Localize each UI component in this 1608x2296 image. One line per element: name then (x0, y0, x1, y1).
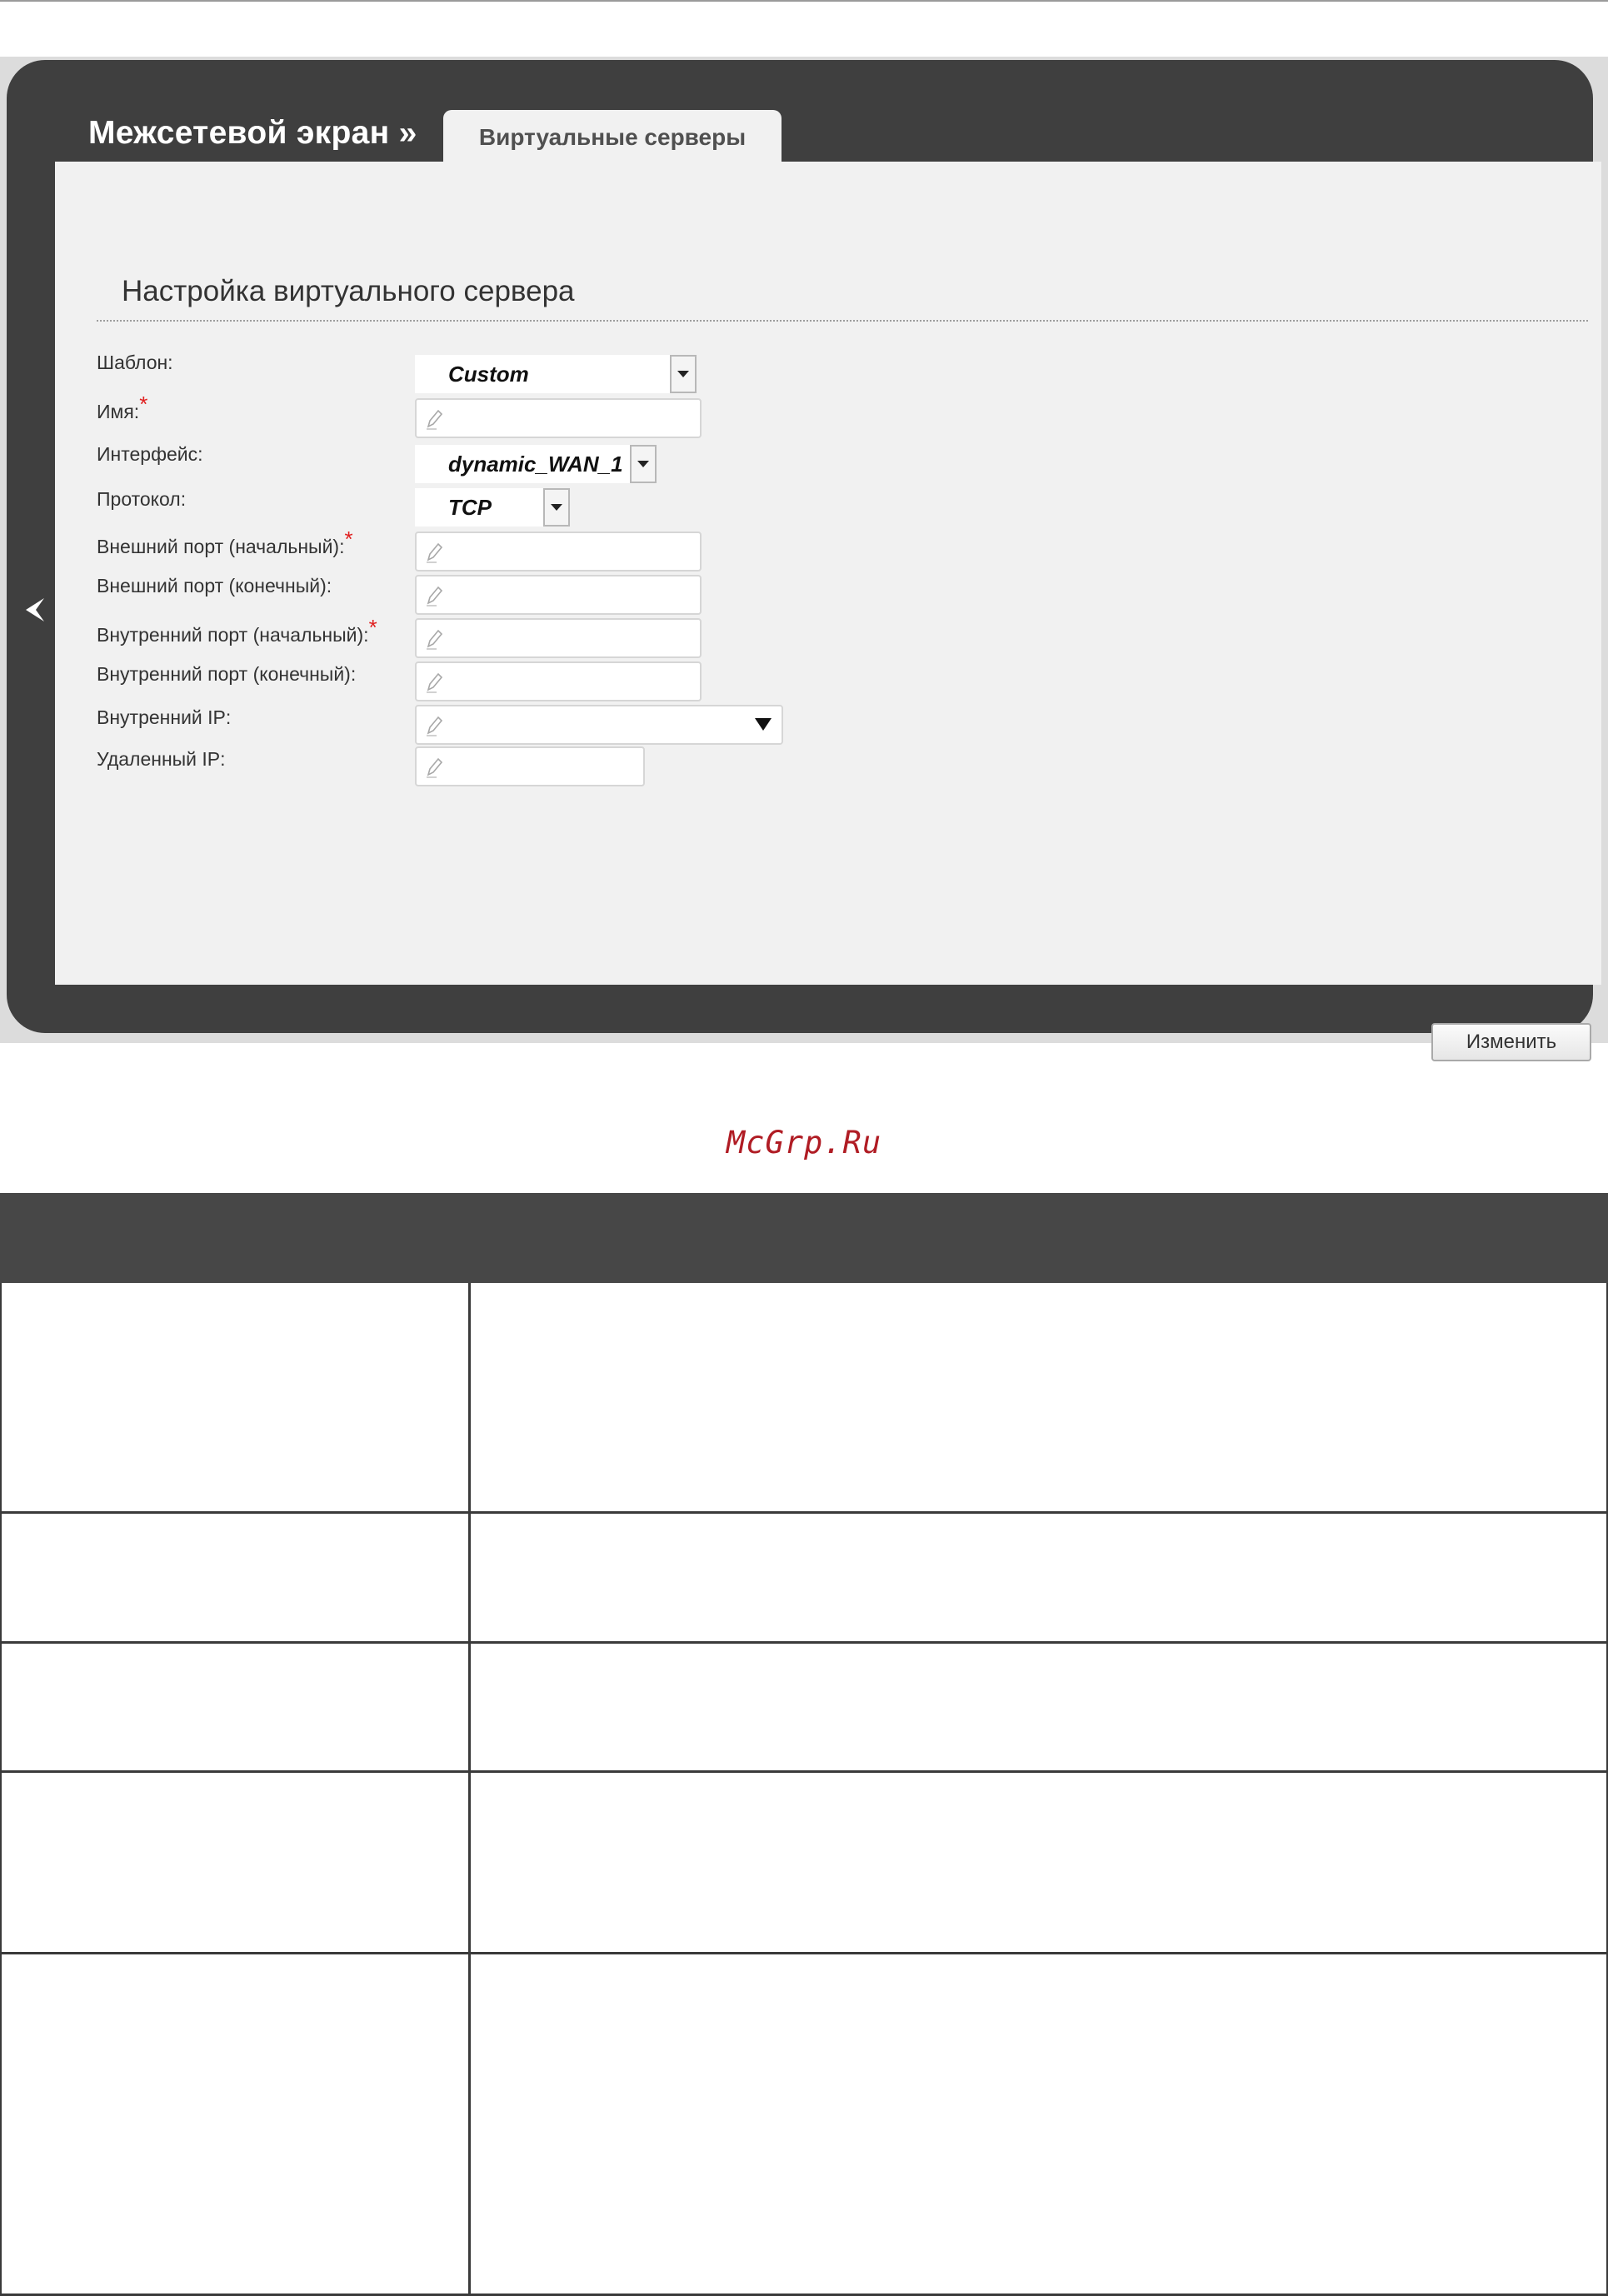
save-button[interactable]: Изменить (1431, 1023, 1591, 1061)
table-row (0, 1644, 1608, 1773)
int-port-end-input[interactable] (415, 661, 702, 701)
description-table (0, 1193, 1608, 2296)
dropdown-arrow-icon[interactable] (670, 355, 697, 393)
web-ui-frame: Межсетевой экран » Виртуальные серверы Н… (7, 60, 1601, 1061)
settings-panel: Настройка виртуального сервера Шаблон: C… (55, 162, 1601, 1061)
pencil-icon (427, 757, 443, 778)
remote-ip-input[interactable] (415, 746, 645, 786)
dropdown-arrow-icon[interactable] (630, 445, 657, 483)
tab-virtual-servers[interactable]: Виртуальные серверы (443, 110, 782, 165)
watermark-text: McGrp.Ru (726, 1125, 882, 1160)
protocol-label: Протокол: (97, 488, 187, 510)
pencil-icon (427, 586, 443, 606)
int-port-start-input[interactable] (415, 618, 702, 658)
table-row (0, 1283, 1608, 1514)
ext-port-start-label: Внешний порт (начальный):* (97, 527, 353, 557)
pencil-icon (427, 716, 443, 736)
int-port-start-label: Внутренний порт (начальный):* (97, 615, 377, 646)
interface-label: Интерфейс: (97, 443, 203, 465)
interface-value: dynamic_WAN_1 (448, 452, 623, 477)
dropdown-arrow-icon[interactable] (543, 488, 570, 527)
required-asterisk: * (344, 527, 353, 552)
template-value: Custom (448, 362, 529, 387)
required-asterisk: * (368, 615, 377, 640)
table-column-divider (468, 1283, 471, 2296)
back-chevron-icon[interactable] (18, 586, 52, 633)
internal-ip-label: Внутренний IP: (97, 706, 232, 728)
protocol-select[interactable]: TCP (415, 488, 570, 527)
table-header (0, 1193, 1608, 1283)
internal-ip-combobox[interactable] (415, 705, 783, 745)
table-row (0, 1773, 1608, 1954)
ext-port-end-input[interactable] (415, 575, 702, 615)
table-row (0, 1954, 1608, 2296)
interface-select[interactable]: dynamic_WAN_1 (415, 445, 657, 483)
pencil-icon (427, 542, 443, 563)
required-asterisk: * (139, 392, 148, 417)
remote-ip-label: Удаленный IP: (97, 748, 226, 770)
table-row (0, 1514, 1608, 1644)
router-screenshot: Межсетевой экран » Виртуальные серверы Н… (0, 57, 1608, 1061)
dropdown-arrow-icon[interactable] (755, 718, 772, 731)
pencil-icon (427, 629, 443, 650)
name-input[interactable] (415, 398, 702, 438)
title-divider (97, 320, 1588, 322)
ext-port-end-label: Внешний порт (конечный): (97, 575, 332, 596)
name-label: Имя:* (97, 392, 148, 422)
pencil-icon (427, 409, 443, 430)
template-select[interactable]: Custom (415, 355, 697, 393)
ext-port-start-input[interactable] (415, 532, 702, 572)
section-title: Межсетевой экран » (88, 115, 417, 151)
template-label: Шаблон: (97, 352, 173, 373)
pencil-icon (427, 672, 443, 693)
page-top-rule (0, 0, 1608, 2)
form-title: Настройка виртуального сервера (122, 275, 575, 307)
int-port-end-label: Внутренний порт (конечный): (97, 663, 357, 685)
protocol-value: TCP (448, 495, 492, 520)
